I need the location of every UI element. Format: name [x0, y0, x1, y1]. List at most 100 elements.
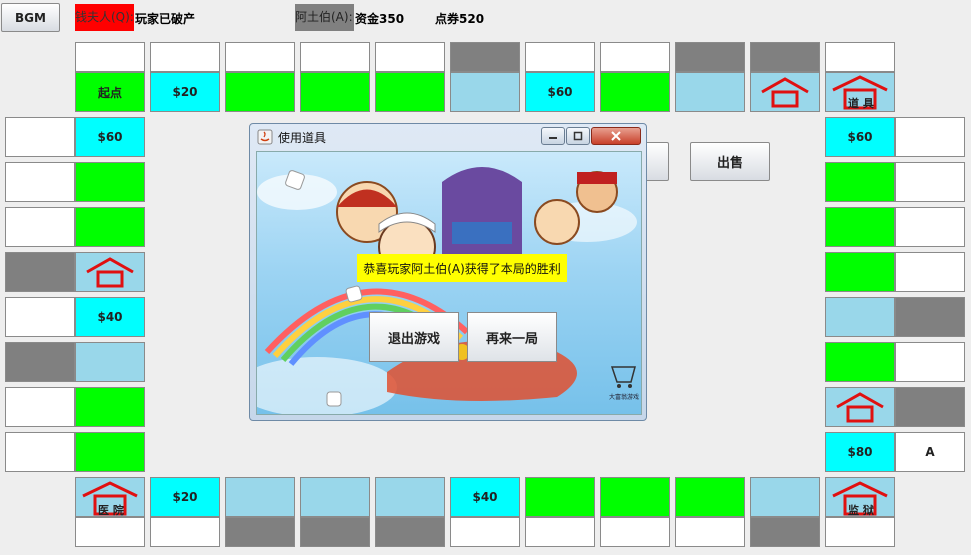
player-a-funds: 资金350 — [355, 12, 405, 26]
minimize-button[interactable] — [541, 127, 565, 145]
prison-label: 监 狱 — [848, 504, 874, 517]
board-cell-owner — [300, 42, 370, 72]
board-cell-owner — [450, 42, 520, 72]
board-cell-owner — [675, 517, 745, 547]
player-token: A — [895, 432, 965, 472]
board-cell-owner — [5, 252, 75, 292]
board-cell-price: $80 — [825, 432, 895, 472]
board-cell-owner — [5, 162, 75, 202]
board-cell — [225, 72, 295, 112]
play-again-button[interactable]: 再来一局 — [467, 312, 557, 362]
board-cell-owner — [895, 387, 965, 427]
board-cell — [225, 477, 295, 517]
house-icon — [86, 257, 134, 288]
board-cell — [75, 342, 145, 382]
sell-button[interactable]: 出售 — [690, 142, 770, 181]
board-cell-price: $60 — [825, 117, 895, 157]
board-cell-owner — [750, 42, 820, 72]
board-cell — [825, 162, 895, 202]
board-cell-owner — [5, 432, 75, 472]
board-cell — [825, 342, 895, 382]
board-cell-owner — [675, 42, 745, 72]
hospital-label: 医 院 — [98, 504, 124, 517]
board-cell-price: $60 — [75, 117, 145, 157]
board-cell — [750, 477, 820, 517]
board-cell-start: 起点 — [75, 72, 145, 112]
board-cell-owner — [375, 517, 445, 547]
board-cell — [825, 207, 895, 247]
watermark-text: 大富翁游戏 — [609, 394, 640, 401]
player-a-coupons: 点券520 — [435, 12, 485, 26]
board-cell — [75, 387, 145, 427]
board-cell — [825, 297, 895, 337]
board-cell — [375, 72, 445, 112]
board-cell-owner — [5, 342, 75, 382]
board-cell-owner — [525, 42, 595, 72]
close-button[interactable] — [591, 127, 641, 145]
dialog-title: 使用道具 — [278, 131, 327, 145]
board-cell-owner — [5, 117, 75, 157]
house-icon — [761, 77, 809, 108]
house-icon — [836, 392, 884, 423]
board-cell-owner — [5, 297, 75, 337]
bgm-button[interactable]: BGM — [1, 3, 60, 32]
board-cell-price: $20 — [150, 477, 220, 517]
board-cell — [75, 162, 145, 202]
board-cell — [600, 477, 670, 517]
board-cell-owner — [600, 42, 670, 72]
board-cell — [450, 72, 520, 112]
board-cell-prison: 监 狱 — [825, 477, 895, 517]
exit-game-button[interactable]: 退出游戏 — [369, 312, 459, 362]
maximize-button[interactable] — [566, 127, 590, 145]
board-cell-owner — [75, 517, 145, 547]
player-a-tag: 阿土伯(A): — [295, 4, 354, 31]
board-cell — [675, 477, 745, 517]
board-cell-owner — [895, 297, 965, 337]
board-cell-owner — [300, 517, 370, 547]
player-q-tag: 钱夫人(Q): — [75, 4, 134, 31]
board-cell-owner — [895, 207, 965, 247]
dialog-artwork: 大富翁游戏 恭喜玩家阿土伯(A)获得了本局的胜利 退出游戏 再来一局 — [256, 151, 642, 415]
board-cell-house — [75, 252, 145, 292]
board-cell-price: $20 — [150, 72, 220, 112]
board-cell-price: $40 — [75, 297, 145, 337]
board-cell-owner — [895, 252, 965, 292]
board-cell-owner — [5, 207, 75, 247]
board-cell-owner — [450, 517, 520, 547]
board-cell-owner — [225, 517, 295, 547]
maximize-icon — [573, 131, 583, 141]
board-cell — [75, 207, 145, 247]
board-cell-owner — [75, 42, 145, 72]
board-cell — [300, 477, 370, 517]
java-icon — [257, 129, 273, 145]
board-cell-house — [825, 387, 895, 427]
close-icon — [611, 131, 621, 141]
victory-message: 恭喜玩家阿土伯(A)获得了本局的胜利 — [357, 254, 567, 282]
board-cell-owner — [150, 517, 220, 547]
board-cell-owner — [225, 42, 295, 72]
board-cell-price: $40 — [450, 477, 520, 517]
board-cell — [525, 477, 595, 517]
board-cell-owner — [895, 162, 965, 202]
board-cell — [300, 72, 370, 112]
board-cell-owner — [825, 517, 895, 547]
board-cell-hospital: 医 院 — [75, 477, 145, 517]
minimize-icon — [549, 137, 557, 139]
board-cell — [375, 477, 445, 517]
board-cell-owner — [750, 517, 820, 547]
board-cell-owner — [375, 42, 445, 72]
board-cell-price: $60 — [525, 72, 595, 112]
board-cell-owner — [150, 42, 220, 72]
board-cell — [675, 72, 745, 112]
cartoon-banner-image — [257, 167, 637, 414]
board-cell-owner — [895, 117, 965, 157]
board-cell-owner — [825, 42, 895, 72]
board-cell-owner — [600, 517, 670, 547]
board-cell — [75, 432, 145, 472]
board-cell — [600, 72, 670, 112]
board-cell-tool: 道 具 — [825, 72, 895, 112]
use-item-dialog: 使用道具 大富翁游戏 恭喜玩家阿土伯(A)获得了本局的胜利 退出游戏 再来一局 — [249, 123, 647, 421]
board-cell-house — [750, 72, 820, 112]
board-cell-owner — [895, 342, 965, 382]
board-cell-owner — [5, 387, 75, 427]
